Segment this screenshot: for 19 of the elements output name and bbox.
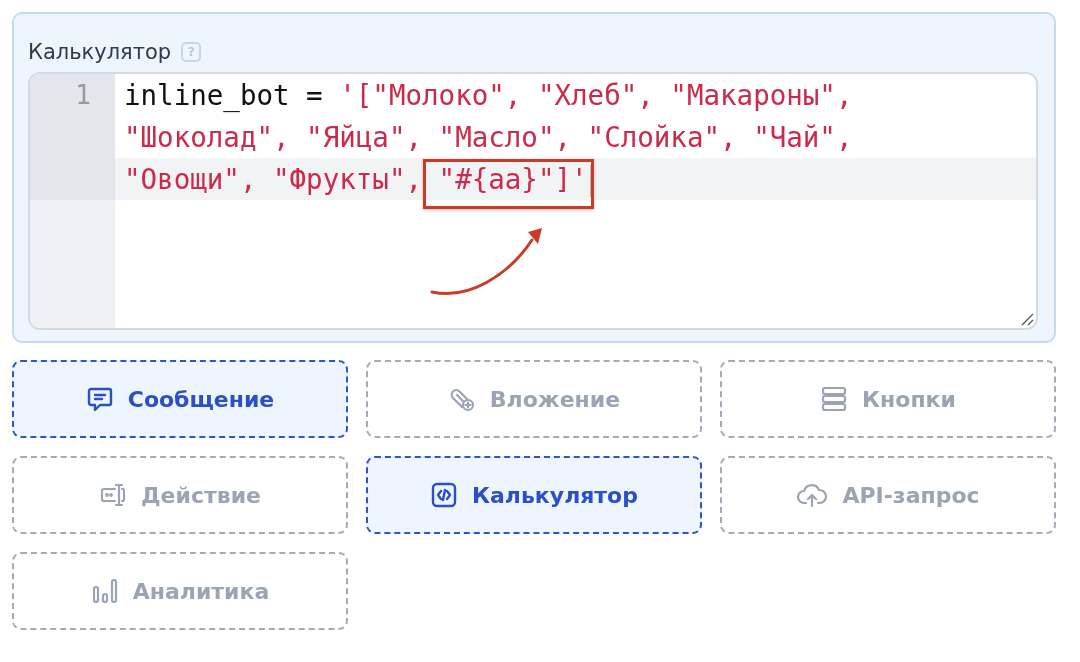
code-line: inline_bot = '["Молоко", "Хлеб", "Макароны", "Шоколад", "Яйца", "Масло", "Слойка", "Чай", "Овощи", "Фрукты", "#{aa}"]'	[124, 74, 984, 200]
code-editor[interactable]: 1 inline_bot = '["Молоко", "Хлеб", "Макароны", "Шоколад", "Яйца", "Масло", "Слойка", "Чай", "Овощи", "Фрукты", "#{aa}"]'	[28, 72, 1038, 330]
resize-handle-icon[interactable]	[1020, 312, 1034, 326]
code-icon	[430, 481, 458, 509]
block-type-button[interactable]: Калькулятор	[366, 456, 702, 534]
bar-chart-icon	[90, 577, 119, 605]
line-number: 1	[30, 74, 115, 200]
chat-icon	[85, 385, 114, 413]
field-label: Калькулятор	[28, 40, 172, 64]
cloud-upload-icon	[796, 481, 829, 509]
block-type-button[interactable]: Действие	[12, 456, 348, 534]
help-icon[interactable]: ?	[181, 42, 202, 62]
block-type-button[interactable]: Аналитика	[12, 552, 348, 630]
block-type-button[interactable]: API-запрос	[720, 456, 1056, 534]
stacked-bars-icon	[820, 385, 849, 413]
block-type-button[interactable]: Сообщение	[12, 360, 348, 438]
block-type-button[interactable]: Кнопки	[720, 360, 1056, 438]
block-type-button[interactable]: Вложение	[366, 360, 702, 438]
text-cursor-box-icon	[99, 481, 127, 509]
